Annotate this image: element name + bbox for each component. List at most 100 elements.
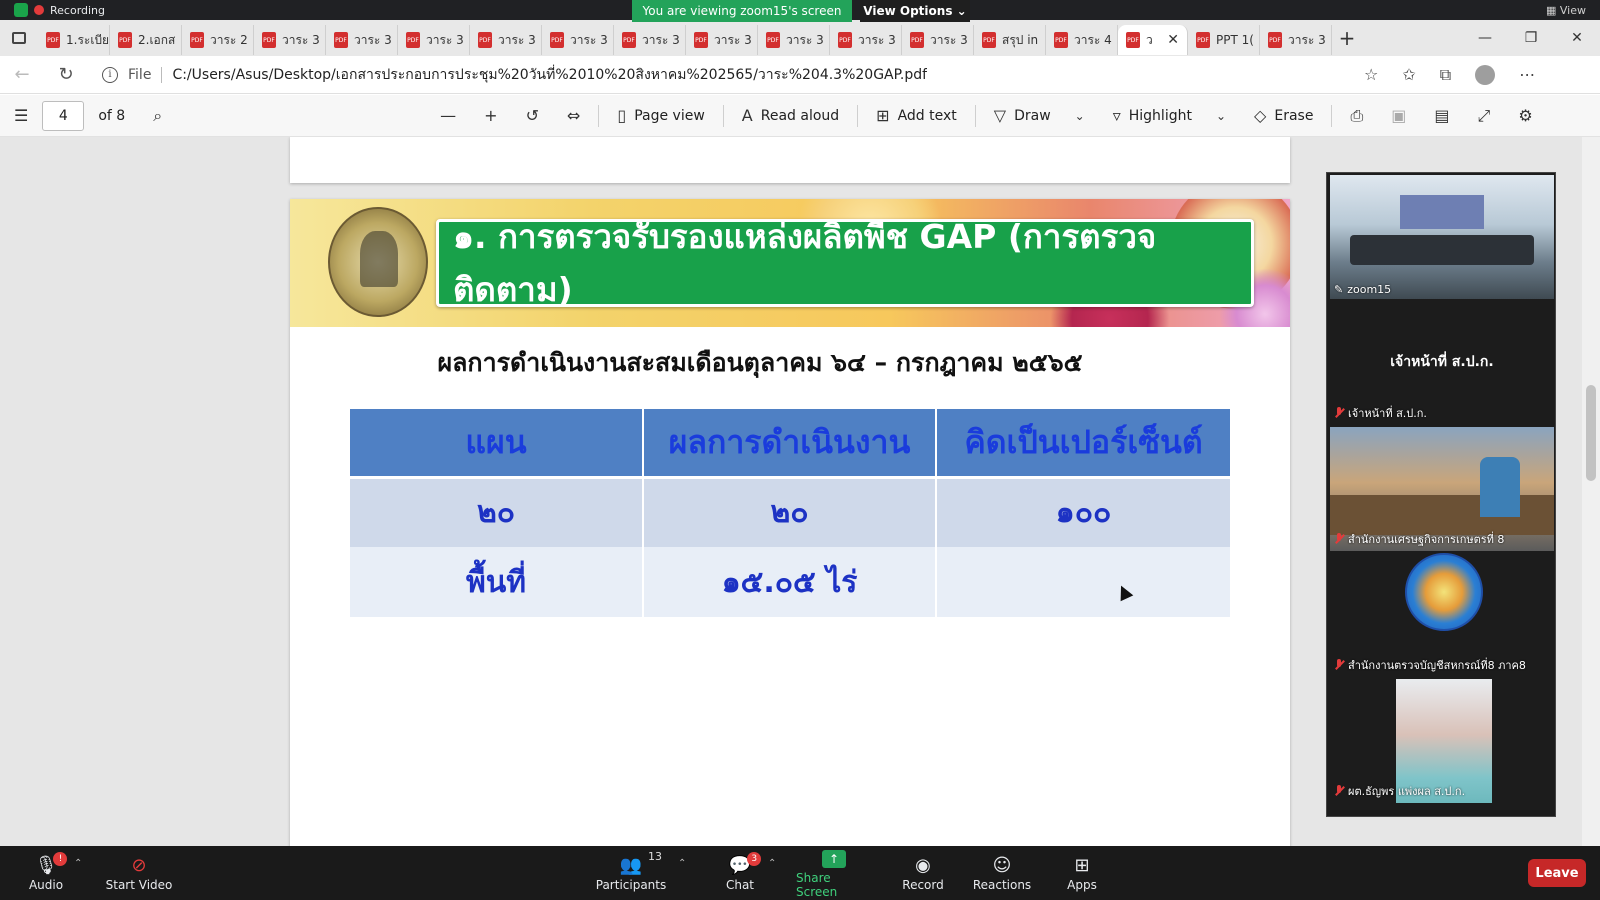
browser-tab[interactable]: PDF วาระ 3	[830, 25, 902, 55]
zoom-in-button[interactable]: +	[470, 95, 511, 137]
url-field[interactable]: i File C:/Users/Asus/Desktop/เอกสารประกอ…	[88, 60, 1328, 90]
browser-tab[interactable]: PDF สรุป in	[974, 25, 1046, 55]
favorites-icon[interactable]: ✩	[1402, 65, 1415, 84]
tab-label: วาระ 3	[714, 32, 752, 47]
browser-tab[interactable]: PDF วาระ 2	[182, 25, 254, 55]
more-icon[interactable]: ⋯	[1519, 65, 1535, 84]
tab-label: วาระ 3	[642, 32, 680, 47]
refresh-button[interactable]: ↻	[44, 64, 88, 85]
video-tile-label: เจ้าหน้าที่ ส.ป.ก.	[1334, 404, 1427, 422]
page-view-label: Page view	[634, 107, 705, 124]
chat-options-caret[interactable]: ⌃	[768, 858, 776, 869]
participant-name: zoom15	[1347, 283, 1392, 296]
pdf-file-icon: PDF	[262, 32, 276, 48]
scrollbar-thumb[interactable]	[1586, 385, 1596, 481]
restore-button[interactable]: ❐	[1508, 20, 1554, 56]
tab-label: ว	[1146, 32, 1153, 47]
zoom-out-button[interactable]: —	[426, 95, 470, 137]
page-number-input[interactable]: 4	[42, 100, 85, 131]
audio-alert-badge: !	[53, 852, 68, 866]
apps-label: Apps	[1067, 878, 1097, 892]
save-button[interactable]: ▣	[1377, 95, 1420, 137]
share-screen-button[interactable]: ↑ Share Screen	[796, 846, 872, 900]
participants-options-caret[interactable]: ⌃	[678, 858, 686, 869]
contents-button[interactable]: ☰	[0, 95, 42, 137]
tab-actions-button[interactable]	[0, 20, 38, 56]
text-box-icon: ⊞	[876, 106, 890, 125]
apps-button[interactable]: ⊞ Apps	[1060, 846, 1104, 900]
highlight-button[interactable]: ▿ Highlight ⌄	[1099, 95, 1240, 137]
shared-screen: Recording You are viewing zoom15's scree…	[0, 0, 1600, 846]
read-aloud-button[interactable]: A Read aloud	[728, 95, 853, 137]
table-cell	[936, 547, 1230, 617]
settings-button[interactable]: ⚙	[1504, 95, 1546, 137]
video-tile-label: ✎ zoom15	[1334, 283, 1391, 296]
video-tile[interactable]: ผต.ธัญพร แพ่งผล ส.ป.ก.	[1330, 679, 1554, 803]
chevron-down-icon[interactable]: ⌄	[1216, 109, 1226, 123]
fit-page-button[interactable]: ⇔	[553, 95, 594, 137]
browser-tab[interactable]: PDF วาระ 3	[254, 25, 326, 55]
draw-button[interactable]: ▽ Draw ⌄	[980, 95, 1099, 137]
close-tab-icon[interactable]: ✕	[1167, 32, 1179, 48]
tab-label: วาระ 3	[570, 32, 608, 47]
pdf-file-icon: PDF	[1126, 32, 1140, 48]
new-tab-button[interactable]: +	[1332, 26, 1362, 50]
search-button[interactable]: ⌕	[139, 95, 176, 137]
close-window-button[interactable]: ✕	[1554, 20, 1600, 56]
video-tile[interactable]: เจ้าหน้าที่ ส.ป.ก. เจ้าหน้าที่ ส.ป.ก.	[1330, 301, 1554, 425]
chevron-down-icon[interactable]: ⌄	[1075, 109, 1085, 123]
save-as-button[interactable]: ▤	[1420, 95, 1463, 137]
divider	[161, 66, 163, 83]
tab-label: วาระ 3	[858, 32, 896, 47]
browser-tab[interactable]: PDF วาระ 3	[326, 25, 398, 55]
minimize-button[interactable]: —	[1462, 20, 1508, 56]
view-button[interactable]: ▦ View	[1546, 4, 1586, 17]
rotate-button[interactable]: ↺	[512, 95, 553, 137]
browser-tab[interactable]: PDF 2.เอกส	[110, 25, 182, 55]
mic-muted-icon	[1334, 407, 1344, 419]
scrollbar[interactable]	[1582, 137, 1600, 846]
avatar[interactable]	[1475, 64, 1496, 85]
video-tile[interactable]: สำนักงานตรวจบัญชีสหกรณ์ที่8 ภาค8	[1330, 553, 1554, 677]
add-text-button[interactable]: ⊞ Add text	[862, 95, 971, 137]
column-header-plan: แผน	[350, 409, 644, 477]
microphone-icon: 🎙!	[35, 852, 68, 878]
browser-tab[interactable]: PDF วาระ 3	[686, 25, 758, 55]
erase-button[interactable]: ◇ Erase	[1240, 95, 1327, 137]
room-scene	[1480, 457, 1520, 517]
read-aloud-label: Read aloud	[760, 107, 840, 124]
video-tile[interactable]: ✎ zoom15	[1330, 175, 1554, 299]
list-icon: ☰	[14, 106, 29, 125]
recording-label: Recording	[50, 3, 106, 17]
video-tile[interactable]: สำนักงานเศรษฐกิจการเกษตรที่ 8	[1330, 427, 1554, 551]
browser-tab[interactable]: PDF วาระ 3	[398, 25, 470, 55]
reactions-button[interactable]: ☺ Reactions	[972, 846, 1032, 900]
browser-tab[interactable]: PDF วาระ 3	[758, 25, 830, 55]
plus-icon: +	[484, 106, 498, 125]
info-icon[interactable]: i	[102, 66, 118, 83]
browser-tab[interactable]: PDF วาระ 3	[470, 25, 542, 55]
print-button[interactable]: ⎙	[1336, 95, 1377, 137]
browser-tab[interactable]: PDF 1.ระเบีย	[38, 25, 110, 55]
browser-tab[interactable]: PDF วาระ 3	[542, 25, 614, 55]
fullscreen-button[interactable]: ⤢	[1464, 95, 1505, 137]
video-tile-label: สำนักงานตรวจบัญชีสหกรณ์ที่8 ภาค8	[1334, 656, 1526, 674]
view-options-button[interactable]: View Options ⌄	[860, 0, 970, 22]
chat-button[interactable]: 💬 3 Chat	[720, 846, 762, 900]
record-button[interactable]: ◉ Record	[898, 846, 948, 900]
audio-options-caret[interactable]: ⌃	[74, 858, 82, 869]
browser-tab[interactable]: PDF ว ✕	[1118, 25, 1188, 55]
browser-tab[interactable]: PDF วาระ 3	[1260, 25, 1332, 55]
page-view-button[interactable]: ▯ Page view	[603, 95, 718, 137]
collections-icon[interactable]: ⧉	[1440, 65, 1451, 85]
participant-name: สำนักงานเศรษฐกิจการเกษตรที่ 8	[1348, 533, 1505, 546]
start-video-button[interactable]: ⊘ Start Video	[104, 846, 174, 900]
favorite-add-icon[interactable]: ☆	[1364, 65, 1378, 84]
browser-tab[interactable]: PDF วาระ 4	[1046, 25, 1118, 55]
audio-button[interactable]: 🎙! Audio	[26, 846, 68, 900]
back-button[interactable]: ←	[0, 64, 44, 85]
browser-tab[interactable]: PDF PPT 1(	[1188, 25, 1260, 55]
browser-tab[interactable]: PDF วาระ 3	[902, 25, 974, 55]
leave-button[interactable]: Leave	[1528, 859, 1586, 887]
browser-tab[interactable]: PDF วาระ 3	[614, 25, 686, 55]
